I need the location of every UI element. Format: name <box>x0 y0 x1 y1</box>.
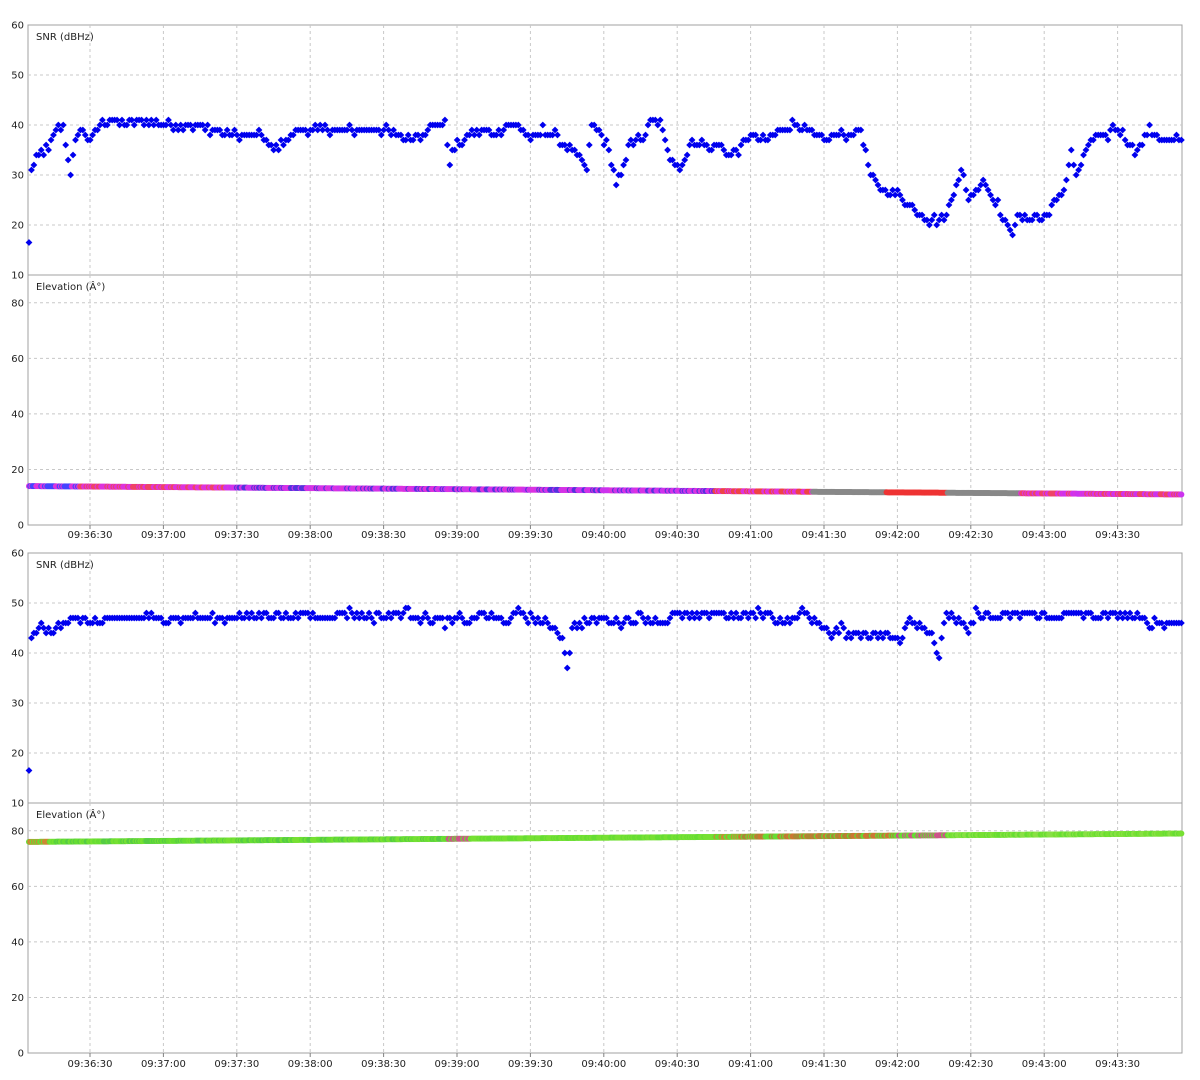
gnss-chart-stage: 10 20 30 40 50 60 SNR (dBHz) 0 20 40 60 80 09:36:30 0… <box>0 0 1200 1080</box>
y-tick-label: 40 <box>11 937 24 948</box>
x-tick-label: 09:40:00 <box>581 1059 626 1070</box>
x-tick-label: 09:38:00 <box>288 530 333 541</box>
x-tick-label: 09:42:00 <box>875 530 920 541</box>
x-tick-label: 09:39:30 <box>508 530 553 541</box>
chart-panel-3: 10 20 30 40 50 60 SNR (dBHz) <box>11 549 1185 810</box>
x-tick-label: 09:40:30 <box>655 1059 700 1070</box>
y-tick-label: 80 <box>11 298 24 309</box>
panel-title: Elevation (Â°) <box>36 280 105 293</box>
y-tick-label: 20 <box>11 221 24 232</box>
x-tick-label: 09:42:30 <box>948 1059 993 1070</box>
x-tick-label: 09:43:00 <box>1022 1059 1067 1070</box>
plot-frame <box>27 552 1183 804</box>
y-tick-label: 30 <box>11 171 24 182</box>
x-tick-label: 09:37:30 <box>214 1059 259 1070</box>
y-tick-label: 50 <box>11 71 24 82</box>
elevation-point <box>1178 830 1185 837</box>
x-tick-label: 09:39:00 <box>435 1059 480 1070</box>
chart-panel-1: 10 20 30 40 50 60 SNR (dBHz) <box>11 21 1185 282</box>
panel-title: Elevation (Â°) <box>36 808 105 821</box>
x-tick-label: 09:36:30 <box>68 530 113 541</box>
y-tick-label: 20 <box>11 749 24 760</box>
y-tick-label: 60 <box>11 882 24 893</box>
x-tick-label: 09:37:00 <box>141 530 186 541</box>
y-tick-label: 20 <box>11 993 24 1004</box>
y-tick-label: 30 <box>11 699 24 710</box>
y-tick-label: 40 <box>11 409 24 420</box>
x-tick-label: 09:38:30 <box>361 530 406 541</box>
x-tick-label: 09:39:00 <box>435 530 480 541</box>
y-tick-label: 0 <box>18 521 24 532</box>
x-tick-label: 09:43:30 <box>1095 530 1140 541</box>
x-tick-label: 09:36:30 <box>68 1059 113 1070</box>
x-tick-label: 09:41:30 <box>802 1059 847 1070</box>
elevation-point <box>1178 491 1185 498</box>
x-tick-label: 09:41:00 <box>728 1059 773 1070</box>
plot-frame <box>27 24 1183 276</box>
x-tick-label: 09:37:30 <box>214 530 259 541</box>
x-tick-label: 09:38:00 <box>288 1059 333 1070</box>
y-tick-label: 40 <box>11 649 24 660</box>
y-tick-label: 50 <box>11 599 24 610</box>
y-tick-label: 10 <box>11 271 24 282</box>
y-tick-label: 60 <box>11 549 24 560</box>
y-tick-label: 10 <box>11 799 24 810</box>
chart-canvas: 102030405060SNR (dBHz)02040608009:36:30 0… <box>11 21 1185 1070</box>
chart-panel-4: 0 20 40 60 80 09:36:30 09:37:00 09:37:30 09:38:0… <box>11 802 1185 1070</box>
x-tick-label: 09:41:30 <box>802 530 847 541</box>
panel-title: SNR (dBHz) <box>36 32 94 43</box>
x-tick-label: 09:38:30 <box>361 1059 406 1070</box>
y-tick-label: 40 <box>11 121 24 132</box>
chart-panel-2: 0 20 40 60 80 09:36:30 09:37:00 09:37:30 09:38:0… <box>11 274 1185 541</box>
y-tick-label: 20 <box>11 465 24 476</box>
x-tick-label: 09:43:00 <box>1022 530 1067 541</box>
x-tick-label: 09:42:00 <box>875 1059 920 1070</box>
y-tick-label: 0 <box>18 1049 24 1060</box>
x-tick-label: 09:42:30 <box>948 530 993 541</box>
x-tick-label: 09:40:30 <box>655 530 700 541</box>
x-tick-label: 09:43:30 <box>1095 1059 1140 1070</box>
x-tick-label: 09:41:00 <box>728 530 773 541</box>
x-tick-label: 09:40:00 <box>581 530 626 541</box>
panel-title: SNR (dBHz) <box>36 560 94 571</box>
y-tick-label: 80 <box>11 826 24 837</box>
y-tick-label: 60 <box>11 354 24 365</box>
x-tick-label: 09:37:00 <box>141 1059 186 1070</box>
x-tick-label: 09:39:30 <box>508 1059 553 1070</box>
y-tick-label: 60 <box>11 21 24 32</box>
